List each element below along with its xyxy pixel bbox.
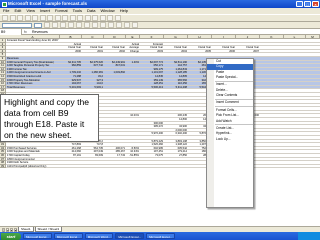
italic-icon[interactable] bbox=[52, 22, 58, 28]
font-size-select[interactable] bbox=[34, 22, 42, 28]
next-sheet-icon[interactable]: ▸ bbox=[10, 228, 13, 232]
context-menu-item-paste-special[interactable]: Paste Special... bbox=[207, 75, 253, 80]
chart-icon[interactable] bbox=[99, 15, 106, 21]
callout-text: Highlight and copy the data from cell B9… bbox=[4, 97, 90, 140]
preview-icon[interactable] bbox=[32, 15, 38, 21]
maximize-button[interactable]: □ bbox=[304, 1, 311, 7]
percent-icon[interactable] bbox=[108, 22, 114, 28]
formatting-toolbar bbox=[0, 22, 320, 29]
taskbar-item[interactable]: Microsoft Excel... bbox=[146, 233, 175, 239]
undo-icon[interactable] bbox=[69, 15, 76, 21]
print-icon[interactable] bbox=[24, 15, 31, 21]
currency-icon[interactable] bbox=[100, 22, 106, 28]
last-sheet-icon[interactable]: ▸| bbox=[14, 228, 17, 232]
cell-a[interactable]: 4101 Principal(All (Historical Only) bbox=[7, 165, 59, 169]
context-menu: Cut Copy Paste Paste Special... Insert... Del… bbox=[206, 58, 254, 208]
context-menu-item-clear-contents[interactable]: Clear Contents bbox=[207, 93, 253, 98]
context-menu-item-insert-comment[interactable]: Insert Comment bbox=[207, 100, 253, 105]
help-icon[interactable] bbox=[114, 15, 121, 21]
zoom-icon[interactable] bbox=[107, 15, 113, 21]
sort-icon[interactable] bbox=[92, 15, 98, 21]
prev-sheet-icon[interactable]: ◂ bbox=[6, 228, 9, 232]
excel-window: Microsoft Excel - sample forecast.xls _ … bbox=[0, 0, 320, 240]
cut-icon[interactable] bbox=[47, 15, 53, 21]
window-title: Microsoft Excel - sample forecast.xls bbox=[8, 1, 88, 6]
paste-icon[interactable] bbox=[62, 15, 68, 21]
font-color-icon[interactable] bbox=[132, 22, 138, 28]
taskbar-item[interactable]: Microsoft Word... bbox=[84, 233, 114, 239]
taskbar: start Microsoft Excel... Microsoft Excel… bbox=[0, 232, 320, 240]
align-right-icon[interactable] bbox=[84, 22, 90, 28]
taskbar-item[interactable]: Microsoft Excel... bbox=[115, 233, 145, 239]
instruction-callout: Highlight and copy the data from cell B9… bbox=[0, 94, 99, 142]
font-name-select[interactable] bbox=[2, 22, 32, 28]
context-menu-item-add-watch[interactable]: Add Watch bbox=[207, 119, 253, 124]
system-tray bbox=[298, 232, 320, 240]
open-icon[interactable] bbox=[9, 15, 16, 21]
autosum-icon[interactable] bbox=[84, 15, 91, 21]
taskbar-item[interactable]: Microsoft Excel... bbox=[23, 233, 52, 239]
copy-icon[interactable] bbox=[54, 15, 61, 21]
align-left-icon[interactable] bbox=[68, 22, 74, 28]
redo-icon[interactable] bbox=[77, 15, 83, 21]
first-sheet-icon[interactable]: |◂ bbox=[2, 228, 5, 235]
new-icon[interactable] bbox=[2, 15, 8, 21]
window-controls: _ □ × bbox=[296, 1, 319, 7]
underline-icon[interactable] bbox=[60, 22, 66, 28]
excel-icon bbox=[2, 1, 7, 7]
align-center-icon[interactable] bbox=[76, 22, 82, 28]
tab-nav: |◂ ◂ ▸ ▸| bbox=[2, 228, 17, 235]
title-bar: Microsoft Excel - sample forecast.xls _ … bbox=[0, 0, 320, 8]
table-row: 4101 Principal(All (Historical Only) bbox=[6, 165, 320, 169]
minimize-button[interactable]: _ bbox=[296, 1, 303, 7]
save-icon[interactable] bbox=[17, 15, 23, 21]
fill-color-icon[interactable] bbox=[124, 22, 130, 28]
start-button[interactable]: start bbox=[1, 232, 21, 240]
taskbar-item[interactable]: Microsoft Excel... bbox=[53, 233, 83, 239]
merge-icon[interactable] bbox=[92, 22, 98, 28]
standard-toolbar bbox=[0, 14, 320, 22]
context-menu-item-look-up[interactable]: Look Up... bbox=[207, 137, 253, 142]
spelling-icon[interactable] bbox=[39, 15, 46, 21]
borders-icon[interactable] bbox=[116, 22, 122, 28]
close-button[interactable]: × bbox=[312, 1, 319, 7]
bold-icon[interactable] bbox=[44, 22, 50, 28]
